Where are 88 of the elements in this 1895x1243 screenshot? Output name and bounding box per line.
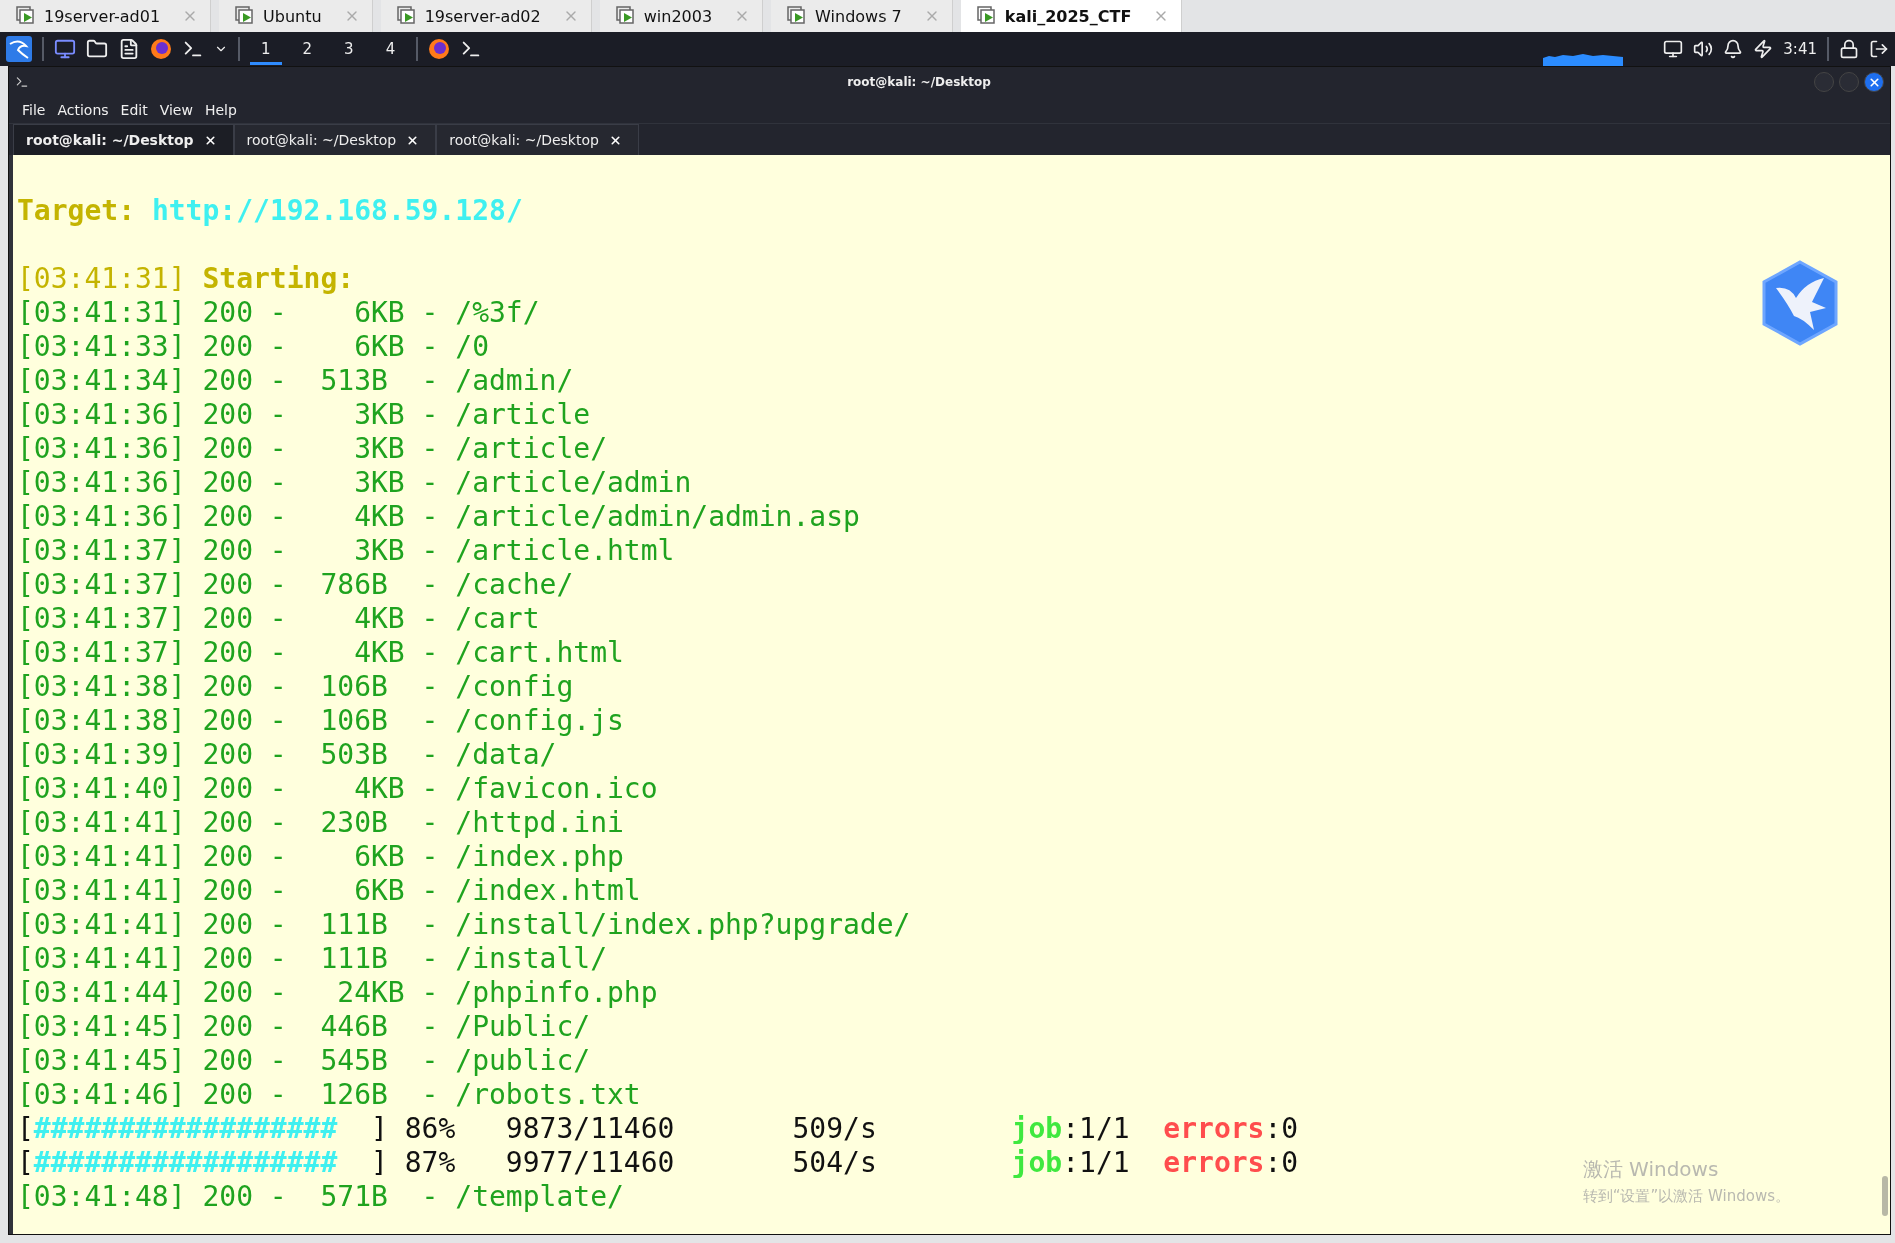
menu-item[interactable]: View xyxy=(154,100,198,120)
vm-tab[interactable]: win2003 xyxy=(599,0,764,32)
vm-icon xyxy=(396,6,417,26)
output-line: [03:41:39] 200 - 503B - /data/ xyxy=(17,738,557,772)
vm-icon xyxy=(615,6,636,26)
activation-title: 激活 Windows xyxy=(1582,1156,1720,1183)
close-button[interactable] xyxy=(1864,72,1884,92)
bell-icon[interactable] xyxy=(1723,39,1744,59)
output-line: [03:41:38] 200 - 106B - /config.js xyxy=(17,704,624,738)
job-value: :1/1 xyxy=(1062,1112,1130,1145)
vm-tab[interactable]: 19server-ad01 xyxy=(0,0,212,32)
output-line: [03:41:46] 200 - 126B - /robots.txt xyxy=(17,1078,641,1112)
folder-icon[interactable] xyxy=(86,38,108,60)
vm-icon xyxy=(16,6,36,26)
vm-icon xyxy=(235,6,256,26)
progress-stats: ] 87% 9977/11460 504/s xyxy=(370,1146,878,1179)
workspace-button[interactable]: 4 xyxy=(374,33,407,65)
progress-bracket: [ xyxy=(17,1146,34,1179)
output-line: [03:41:45] 200 - 545B - /public/ xyxy=(17,1044,591,1078)
browser-icon[interactable] xyxy=(150,38,172,60)
browser-icon[interactable] xyxy=(428,38,451,60)
output-line: [03:41:41] 200 - 6KB - /index.html xyxy=(17,874,641,908)
output-line: [03:41:36] 200 - 3KB - /article/admin xyxy=(17,466,692,500)
output-line: [03:41:41] 200 - 6KB - /index.php xyxy=(17,840,624,874)
vm-tab[interactable]: Ubuntu xyxy=(219,0,373,32)
close-icon[interactable] xyxy=(203,133,217,147)
progress-bar-text: ################## xyxy=(33,1112,338,1145)
target-url: http://192.168.59.128/ xyxy=(151,194,523,227)
lock-icon[interactable] xyxy=(1839,39,1859,59)
output-line: [03:41:31] 200 - 6KB - /%3f/ xyxy=(17,296,540,330)
output-line: [03:41:37] 200 - 4KB - /cart xyxy=(17,602,540,636)
bird-app-icon[interactable] xyxy=(1762,260,1838,346)
timestamp: [03:41:31] xyxy=(17,262,186,295)
vm-tab[interactable]: 19server-ad02 xyxy=(380,0,592,32)
vm-icon xyxy=(976,6,997,26)
output-line: [03:41:41] 200 - 230B - /httpd.ini xyxy=(17,806,624,840)
output-line: [03:41:45] 200 - 446B - /Public/ xyxy=(17,1010,591,1044)
dragon-logo-icon[interactable] xyxy=(6,36,32,62)
clock: 3:41 xyxy=(1783,40,1817,58)
workspace-button[interactable]: 3 xyxy=(333,33,365,65)
volume-icon[interactable] xyxy=(1693,39,1714,59)
terminal-tab[interactable]: root@kali: ~/Desktop xyxy=(436,124,639,155)
progress-stats: ] 86% 9873/11460 509/s xyxy=(370,1112,878,1145)
errors-value: :0 xyxy=(1264,1146,1299,1179)
output-line: [03:41:36] 200 - 3KB - /article/ xyxy=(17,432,607,466)
target-label: Target: xyxy=(17,194,135,227)
progress-bar-text: ################## xyxy=(33,1146,338,1179)
vm-tab[interactable]: kali_2025_CTF xyxy=(960,0,1183,32)
progress-bracket: [ xyxy=(17,1112,34,1145)
output-line: [03:41:36] 200 - 4KB - /article/admin/admin.asp xyxy=(17,500,860,534)
window-title: root@kali: ~/Desktop xyxy=(846,75,992,89)
output-line: [03:41:37] 200 - 3KB - /article.html xyxy=(17,534,675,568)
output-line: [03:41:40] 200 - 4KB - /favicon.ico xyxy=(17,772,658,806)
activation-message: 转到“设置”以激活 Windows。 xyxy=(1582,1187,1790,1206)
output-line: [03:41:36] 200 - 3KB - /article xyxy=(17,398,591,432)
menu-item[interactable]: Help xyxy=(199,100,242,120)
job-label: job xyxy=(1011,1112,1063,1145)
text-editor-icon[interactable] xyxy=(118,38,140,60)
menu-item[interactable]: Actions xyxy=(52,100,114,120)
errors-label: errors xyxy=(1163,1146,1265,1179)
job-label: job xyxy=(1011,1146,1063,1179)
terminal-icon xyxy=(15,75,29,89)
output-line: [03:41:33] 200 - 6KB - /0 xyxy=(17,330,489,364)
errors-label: errors xyxy=(1163,1112,1265,1145)
menu-item[interactable]: Edit xyxy=(115,100,153,120)
vm-tab[interactable]: Windows 7 xyxy=(771,0,953,32)
scrollbar-thumb[interactable] xyxy=(1882,1176,1888,1216)
menu-item[interactable]: File xyxy=(17,100,51,120)
output-line: [03:41:41] 200 - 111B - /install/ xyxy=(17,942,607,976)
output-line: [03:41:37] 200 - 4KB - /cart.html xyxy=(17,636,624,670)
output-line: [03:41:41] 200 - 111B - /install/index.php?upgrade/ xyxy=(17,908,911,942)
close-icon xyxy=(1867,75,1881,89)
vm-icon xyxy=(787,6,808,26)
output-line: [03:41:44] 200 - 24KB - /phpinfo.php xyxy=(17,976,658,1010)
output-line: [03:41:48] 200 - 571B - /template/ xyxy=(17,1180,624,1214)
output-line: [03:41:34] 200 - 513B - /admin/ xyxy=(17,364,574,398)
terminal-tab[interactable]: root@kali: ~/Desktop xyxy=(13,124,234,155)
output-line: [03:41:38] 200 - 106B - /config xyxy=(17,670,574,704)
power-icon[interactable] xyxy=(1753,39,1774,59)
errors-value: :0 xyxy=(1264,1112,1299,1145)
logout-icon[interactable] xyxy=(1869,39,1889,59)
job-value: :1/1 xyxy=(1062,1146,1130,1179)
terminal-tab[interactable]: root@kali: ~/Desktop xyxy=(233,124,437,155)
desktop-icon[interactable] xyxy=(54,38,76,60)
output-line: [03:41:37] 200 - 786B - /cache/ xyxy=(17,568,574,602)
workspace-button[interactable]: 2 xyxy=(291,33,324,65)
status-message: Starting: xyxy=(202,262,355,295)
close-icon[interactable] xyxy=(608,133,622,147)
